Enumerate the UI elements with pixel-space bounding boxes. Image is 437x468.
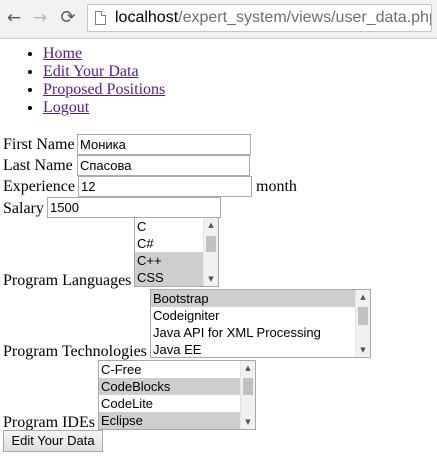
listbox-scrollbar[interactable]: ▲ ▼ [355,290,370,357]
scroll-up-arrow-icon[interactable]: ▲ [241,361,255,375]
first-name-input[interactable] [77,134,251,155]
scroll-down-arrow-icon[interactable]: ▼ [356,343,370,357]
salary-label: Salary [3,200,44,217]
scroll-thumb[interactable] [243,378,253,395]
scroll-up-arrow-icon[interactable]: ▲ [204,218,218,232]
last-name-input[interactable] [77,155,250,176]
nav-item: Home [43,45,165,63]
last-name-label: Last Name [3,157,73,174]
listbox-option[interactable]: CodeBlocks [99,378,255,395]
salary-input[interactable] [47,197,221,218]
nav-item: Proposed Positions [43,81,165,99]
nav-item: Edit Your Data [43,63,165,81]
program-ides-listbox[interactable]: C-Free CodeBlocks CodeLite Eclipse ▲ ▼ [98,360,256,430]
listbox-option[interactable]: CodeLite [99,395,255,412]
experience-label: Experience [3,178,75,195]
first-name-label: First Name [3,136,75,153]
listbox-option[interactable]: Java API for XML Processing [151,324,370,341]
browser-toolbar: ← → ⟳ localhost/expert_system/views/user… [0,0,437,39]
page-icon [95,11,106,25]
edit-your-data-button[interactable]: Edit Your Data [3,430,103,452]
program-languages-label: Program Languages [3,272,132,289]
listbox-scrollbar[interactable]: ▲ ▼ [203,218,218,286]
scroll-up-arrow-icon[interactable]: ▲ [356,290,370,304]
scroll-down-arrow-icon[interactable]: ▼ [204,272,218,286]
url-host: localhost [115,9,179,26]
program-technologies-label: Program Technologies [3,343,147,360]
url-text: localhost/expert_system/views/user_data.… [115,5,432,31]
program-technologies-listbox[interactable]: Bootstrap Codeigniter Java API for XML P… [150,289,371,358]
forward-arrow-icon[interactable]: → [29,7,51,29]
url-path: /expert_system/views/user_data.php [178,9,432,26]
reload-icon[interactable]: ⟳ [57,7,79,29]
scroll-thumb[interactable] [206,236,216,252]
nav-link-edit-your-data[interactable]: Edit Your Data [43,63,139,80]
listbox-scrollbar[interactable]: ▲ ▼ [240,361,255,429]
scroll-thumb[interactable] [358,307,368,325]
nav-link-proposed-positions[interactable]: Proposed Positions [43,81,165,98]
nav-link-logout[interactable]: Logout [43,99,89,116]
listbox-option[interactable]: C-Free [99,361,255,378]
listbox-option[interactable]: Java EE [151,341,370,357]
experience-unit-label: month [256,178,297,195]
program-languages-listbox[interactable]: C C# C++ CSS ▲ ▼ [134,217,219,287]
listbox-option[interactable]: Bootstrap [151,290,370,307]
nav-menu: Home Edit Your Data Proposed Positions L… [0,45,165,117]
nav-link-home[interactable]: Home [43,45,82,62]
listbox-option[interactable]: Codeigniter [151,307,370,324]
address-bar[interactable]: localhost/expert_system/views/user_data.… [87,4,432,32]
back-arrow-icon[interactable]: ← [3,7,25,29]
listbox-option[interactable]: Eclipse [99,412,255,429]
experience-input[interactable] [78,176,252,197]
scroll-down-arrow-icon[interactable]: ▼ [241,415,255,429]
nav-item: Logout [43,99,165,117]
